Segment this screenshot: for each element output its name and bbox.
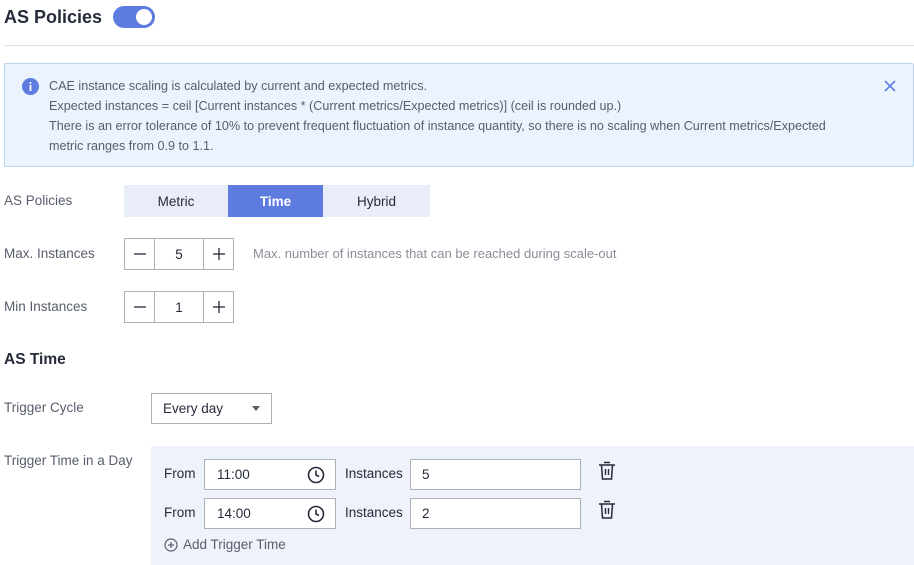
alert-line: CAE instance scaling is calculated by cu… <box>49 79 427 93</box>
trigger-cycle-select[interactable]: Every day <box>151 393 272 424</box>
trigger-instances-value: 2 <box>422 506 430 521</box>
max-decrement-button[interactable] <box>125 239 154 269</box>
alert-line: Expected instances = ceil [Current insta… <box>49 99 622 113</box>
close-icon[interactable] <box>883 79 897 93</box>
policy-label: AS Policies <box>4 193 73 208</box>
info-icon <box>22 78 39 95</box>
max-increment-button[interactable] <box>204 239 233 269</box>
max-instances-hint: Max. number of instances that can be rea… <box>253 246 617 261</box>
trigger-time-input[interactable]: 14:00 <box>204 498 336 529</box>
min-instances-value[interactable]: 1 <box>154 292 204 322</box>
minus-icon <box>133 306 146 308</box>
policy-option-time[interactable]: Time <box>228 185 323 217</box>
alert-line: There is an error tolerance of 10% to pr… <box>49 119 826 133</box>
trigger-instances-value: 5 <box>422 467 430 482</box>
min-instances-stepper: 1 <box>124 291 234 323</box>
from-label: From <box>164 505 196 520</box>
info-alert: CAE instance scaling is calculated by cu… <box>4 63 914 167</box>
trash-icon[interactable] <box>598 461 616 481</box>
instances-label: Instances <box>345 505 403 520</box>
max-instances-stepper: 5 <box>124 238 234 270</box>
alert-line: metric ranges from 0.9 to 1.1. <box>49 139 214 153</box>
add-circle-icon <box>164 537 178 552</box>
add-trigger-time-button[interactable]: Add Trigger Time <box>164 537 286 552</box>
trigger-instances-input[interactable]: 5 <box>410 459 581 490</box>
max-instances-value[interactable]: 5 <box>154 239 204 269</box>
toggle-knob <box>136 9 152 25</box>
page-title: AS Policies <box>4 6 103 27</box>
minus-icon <box>133 253 146 255</box>
trigger-time-label: Trigger Time in a Day <box>4 453 133 468</box>
max-instances-label: Max. Instances <box>4 246 95 261</box>
min-instances-label: Min Instances <box>4 299 88 314</box>
min-increment-button[interactable] <box>204 292 233 322</box>
as-time-title: AS Time <box>4 351 66 368</box>
trigger-cycle-value: Every day <box>163 401 224 416</box>
trigger-time-panel: From 11:00 Instances 5 From 14:00 Instan… <box>151 446 914 565</box>
clock-icon <box>307 466 325 484</box>
trigger-instances-input[interactable]: 2 <box>410 498 581 529</box>
clock-icon <box>307 505 325 523</box>
from-label: From <box>164 466 196 481</box>
as-policies-toggle[interactable] <box>113 6 155 28</box>
trigger-time-value: 11:00 <box>217 467 250 482</box>
policy-segmented-control: Metric Time Hybrid <box>124 185 430 217</box>
trash-icon[interactable] <box>598 500 616 520</box>
plus-icon <box>212 248 225 260</box>
caret-down-icon <box>252 406 260 411</box>
min-decrement-button[interactable] <box>125 292 154 322</box>
header: AS Policies <box>4 0 102 34</box>
instances-label: Instances <box>345 466 403 481</box>
policy-option-metric[interactable]: Metric <box>124 185 228 217</box>
trigger-time-value: 14:00 <box>217 506 251 521</box>
policy-option-hybrid[interactable]: Hybrid <box>323 185 430 217</box>
trigger-cycle-label: Trigger Cycle <box>4 400 84 415</box>
alert-text: CAE instance scaling is calculated by cu… <box>49 76 879 156</box>
plus-icon <box>212 301 225 313</box>
add-trigger-label: Add Trigger Time <box>183 537 286 552</box>
header-divider <box>4 45 914 46</box>
trigger-time-input[interactable]: 11:00 <box>204 459 336 490</box>
